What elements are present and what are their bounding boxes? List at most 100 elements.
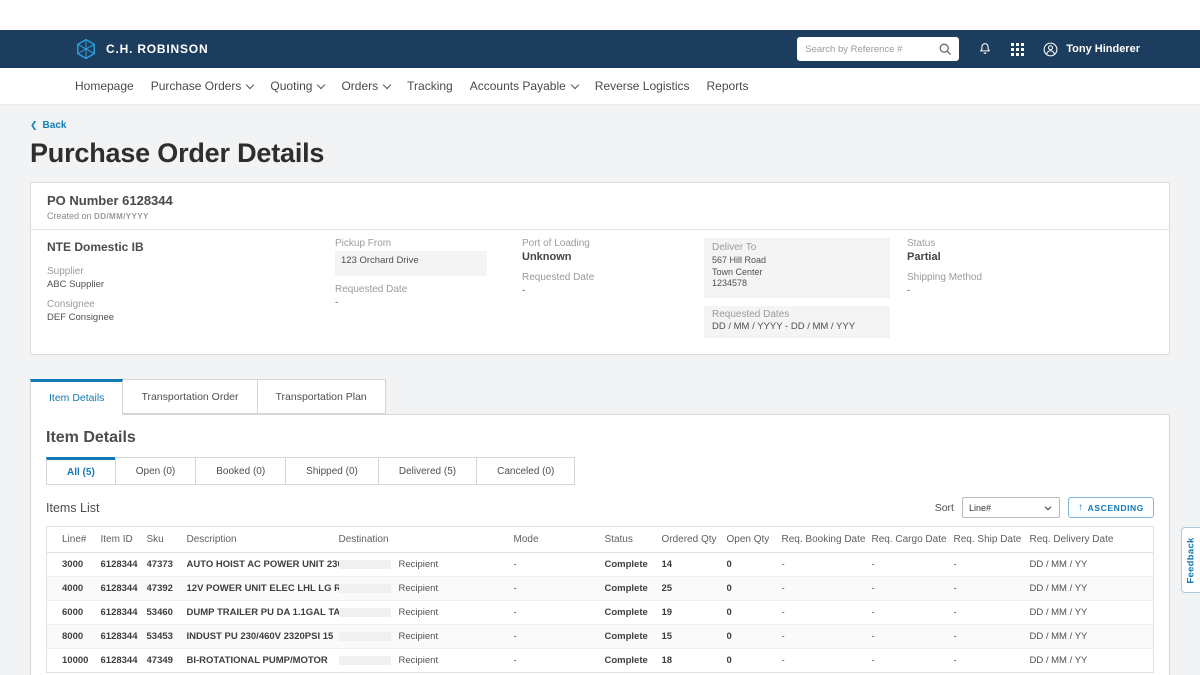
nav-item-reports[interactable]: Reports xyxy=(707,75,749,97)
column-header-req-ship-date: Req. Ship Date xyxy=(954,527,1030,553)
cell-req-ship-date: - xyxy=(954,625,1030,649)
cell-req-ship-date: - xyxy=(954,553,1030,577)
back-link[interactable]: ❮ Back xyxy=(30,120,66,131)
cell-ordered-qty: 19 xyxy=(662,601,727,625)
subtab-canceled-0[interactable]: Canceled (0) xyxy=(476,457,575,485)
sort-select[interactable]: Line# xyxy=(962,497,1060,518)
apps-grid-button[interactable] xyxy=(1011,43,1024,56)
sort-direction-button[interactable]: ↑ ASCENDING xyxy=(1068,497,1154,518)
subtab-booked-0[interactable]: Booked (0) xyxy=(195,457,286,485)
cell-sku: 47349 xyxy=(147,649,187,673)
cell-req-cargo-date: - xyxy=(872,553,954,577)
cell-open-qty: 0 xyxy=(727,577,782,601)
cell-req-booking-date: - xyxy=(782,649,872,673)
cell-status: Complete xyxy=(605,649,662,673)
cell-req-booking-date: - xyxy=(782,601,872,625)
tab-transportation-plan[interactable]: Transportation Plan xyxy=(257,379,386,414)
tab-transportation-order[interactable]: Transportation Order xyxy=(122,379,257,414)
nav-item-accounts-payable[interactable]: Accounts Payable xyxy=(470,75,578,97)
cell-req-cargo-date: - xyxy=(872,649,954,673)
cell-mode: - xyxy=(514,625,605,649)
column-header-status: Status xyxy=(605,527,662,553)
top-margin xyxy=(0,0,1200,30)
cell-ordered-qty: 14 xyxy=(662,553,727,577)
cell-req-ship-date: - xyxy=(954,577,1030,601)
chevron-down-icon xyxy=(1043,503,1053,513)
feedback-button[interactable]: Feedback xyxy=(1181,527,1200,593)
column-header-line: Line# xyxy=(47,527,101,553)
subtab-all-5[interactable]: All (5) xyxy=(46,457,116,485)
requested-dates-box: Requested Dates DD / MM / YYYY - DD / MM… xyxy=(704,306,890,338)
bell-icon xyxy=(977,41,993,57)
po-col-pickup: Pickup From 123 Orchard Drive Requested … xyxy=(335,238,522,338)
cell-line: 3000 xyxy=(47,553,101,577)
page-content: ❮ Back Purchase Order Details PO Number … xyxy=(0,105,1200,675)
nav-item-quoting[interactable]: Quoting xyxy=(270,75,324,97)
cell-req-booking-date: - xyxy=(782,553,872,577)
column-header-mode: Mode xyxy=(514,527,605,553)
subtab-delivered-5[interactable]: Delivered (5) xyxy=(378,457,477,485)
nav-item-tracking[interactable]: Tracking xyxy=(407,75,453,97)
subtab-shipped-0[interactable]: Shipped (0) xyxy=(285,457,379,485)
consignee-label: Consignee xyxy=(47,299,335,310)
cell-req-booking-date: - xyxy=(782,577,872,601)
table-row: 400061283444739212V POWER UNIT ELEC LHL … xyxy=(47,577,1154,601)
search-input[interactable] xyxy=(797,37,959,61)
sort-label: Sort xyxy=(935,502,954,514)
pickup-from-label: Pickup From xyxy=(335,238,522,249)
cell-destination: Recipient xyxy=(339,577,514,601)
cell-item-id: 6128344 xyxy=(101,601,147,625)
redacted-block xyxy=(339,560,391,569)
cell-description: INDUST PU 230/460V 2320PSI 15 xyxy=(187,625,339,649)
requested-dates-label: Requested Dates xyxy=(712,309,882,320)
redacted-block xyxy=(339,632,391,641)
po-card-header: PO Number 6128344 Created on DD/MM/YYYY xyxy=(31,183,1169,230)
port-requested-date-value: - xyxy=(522,285,704,296)
status-subtabs: All (5)Open (0)Booked (0)Shipped (0)Deli… xyxy=(46,457,1154,485)
nav-item-label: Quoting xyxy=(270,79,312,93)
cell-open-qty: 0 xyxy=(727,649,782,673)
nav-item-orders[interactable]: Orders xyxy=(341,75,390,97)
nav-item-purchase-orders[interactable]: Purchase Orders xyxy=(151,75,254,97)
cell-description: DUMP TRAILER PU DA 1.1GAL TANK xyxy=(187,601,339,625)
nav-item-label: Accounts Payable xyxy=(470,79,566,93)
column-header-req-delivery-date: Req. Delivery Date xyxy=(1030,527,1154,553)
cell-req-delivery-date: DD / MM / YY xyxy=(1030,625,1154,649)
search-icon[interactable] xyxy=(937,41,953,57)
chevron-down-icon xyxy=(317,80,325,88)
item-details-heading: Item Details xyxy=(46,429,1154,447)
nav-item-homepage[interactable]: Homepage xyxy=(75,75,134,97)
cell-item-id: 6128344 xyxy=(101,625,147,649)
cell-ordered-qty: 18 xyxy=(662,649,727,673)
po-col-parties: NTE Domestic IB Supplier ABC Supplier Co… xyxy=(47,238,335,338)
notifications-button[interactable] xyxy=(977,41,993,57)
cell-mode: - xyxy=(514,577,605,601)
pickup-from-value: 123 Orchard Drive xyxy=(341,255,479,266)
column-header-description: Description xyxy=(187,527,339,553)
cell-req-delivery-date: DD / MM / YY xyxy=(1030,601,1154,625)
cell-description: AUTO HOIST AC POWER UNIT 230V xyxy=(187,553,339,577)
nav-item-label: Reverse Logistics xyxy=(595,79,690,93)
search-box xyxy=(797,37,959,61)
tab-item-details[interactable]: Item Details xyxy=(30,379,123,415)
subtab-open-0[interactable]: Open (0) xyxy=(115,457,196,485)
cell-open-qty: 0 xyxy=(727,625,782,649)
po-col-port: Port of Loading Unknown Requested Date - xyxy=(522,238,704,338)
items-list-header: Items List Sort Line# ↑ ASCENDING xyxy=(46,497,1154,518)
brand-home-link[interactable]: C.H. ROBINSON xyxy=(75,38,208,60)
user-menu[interactable]: Tony Hinderer xyxy=(1042,41,1140,58)
nav-item-reverse-logistics[interactable]: Reverse Logistics xyxy=(595,75,690,97)
main-tabs: Item DetailsTransportation OrderTranspor… xyxy=(30,379,1170,414)
deliver-to-line: 1234578 xyxy=(712,278,882,290)
redacted-block xyxy=(339,608,391,617)
brand-name: C.H. ROBINSON xyxy=(106,42,208,56)
po-summary-card: PO Number 6128344 Created on DD/MM/YYYY … xyxy=(30,182,1170,355)
cell-status: Complete xyxy=(605,577,662,601)
column-header-ordered-qty: Ordered Qty xyxy=(662,527,727,553)
status-value: Partial xyxy=(907,251,1153,263)
cell-status: Complete xyxy=(605,625,662,649)
supplier-label: Supplier xyxy=(47,266,335,277)
chevron-down-icon xyxy=(246,80,254,88)
cell-destination: Recipient xyxy=(339,553,514,577)
cell-req-cargo-date: - xyxy=(872,577,954,601)
